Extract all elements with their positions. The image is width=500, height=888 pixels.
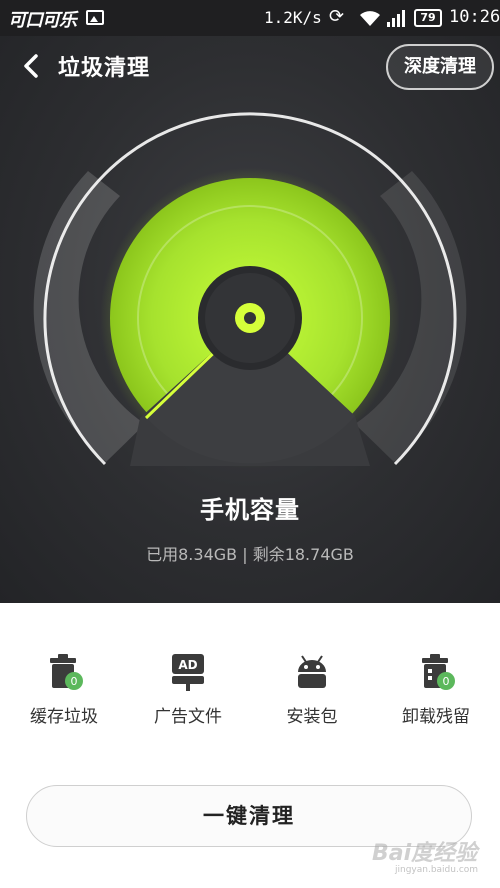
trash-can-icon: 0 [50, 654, 83, 690]
android-icon [298, 655, 326, 688]
carrier-logo: 可口可乐 [8, 10, 77, 31]
svg-text:AD: AD [178, 658, 197, 672]
clock: 10:26 [449, 7, 500, 27]
ad-sign-icon: AD [172, 654, 204, 691]
category-label: 缓存垃圾 [30, 707, 98, 727]
wifi-icon [360, 11, 380, 26]
uninstall-trash-icon: 0 [422, 654, 455, 690]
category-label: 安装包 [286, 707, 338, 727]
category-install-packages[interactable]: 安装包 [252, 652, 372, 732]
sync-icon: ⟳ [329, 6, 345, 27]
watermark-url: jingyan.baidu.com [395, 865, 479, 875]
category-cache-junk[interactable]: 0 缓存垃圾 [4, 652, 124, 732]
category-label: 广告文件 [154, 707, 222, 727]
badge-count: 0 [71, 675, 78, 688]
category-label: 卸载残留 [402, 707, 470, 727]
capacity-title: 手机容量 [200, 496, 300, 524]
badge-count: 0 [443, 675, 450, 688]
image-notification-icon [86, 10, 104, 25]
category-uninstall-residue[interactable]: 0 卸载残留 [376, 652, 496, 732]
status-bar: 可口可乐 1.2K/s ⟳ 79 10:26 [0, 0, 500, 36]
battery-indicator: 79 [414, 9, 442, 27]
page-title: 垃圾清理 [58, 56, 151, 81]
watermark: Bai度经验 [372, 841, 478, 866]
back-button[interactable] [18, 52, 46, 80]
category-ad-files[interactable]: AD 广告文件 [128, 652, 248, 732]
capacity-info: 已用8.34GB | 剩余18.74GB [146, 545, 354, 564]
junk-categories: 0 缓存垃圾 AD 广告文件 安装包 0 卸载残留 [0, 652, 500, 732]
deep-clean-button[interactable]: 深度清理 [386, 44, 494, 90]
storage-gauge-panel: 垃圾清理 深度清理 手机容量 已用8.34GB | 剩余18.74GB [0, 36, 500, 603]
network-speed: 1.2K/s [264, 8, 322, 27]
signal-icon [387, 10, 405, 27]
